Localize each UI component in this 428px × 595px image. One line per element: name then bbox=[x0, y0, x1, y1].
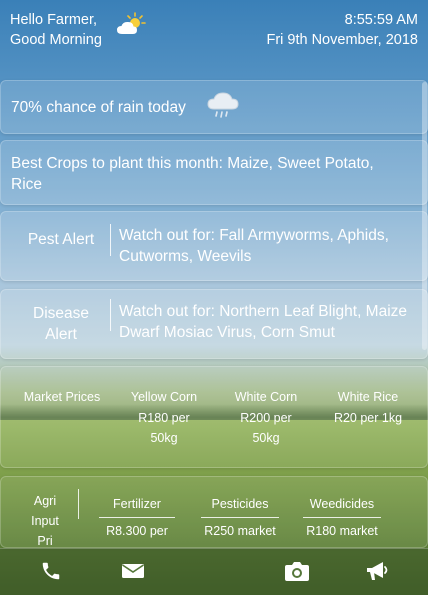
price-item-name: White Corn bbox=[234, 390, 298, 404]
price-item-value: R200 per bbox=[240, 410, 292, 425]
current-time: 8:55:59 AM bbox=[344, 12, 418, 28]
agri-item-value: R180 market bbox=[306, 524, 378, 538]
disease-alert-text: Watch out for: Northern Leaf Blight, Mai… bbox=[119, 303, 408, 341]
market-prices-label: Market Prices bbox=[23, 390, 101, 404]
pest-alert-label: Pest Alert bbox=[27, 231, 95, 248]
agri-input-label-line-2: Input bbox=[31, 514, 59, 528]
price-yellow-corn: Yellow Corn R180 per 50kg bbox=[119, 387, 209, 449]
disease-alert-label-line-2: Alert bbox=[45, 326, 77, 343]
best-crops-text: Best Crops to plant this month: Maize, S… bbox=[11, 155, 374, 193]
greeting: Hello Farmer, Good Morning bbox=[10, 10, 102, 50]
best-crops-card[interactable]: Best Crops to plant this month: Maize, S… bbox=[0, 140, 428, 205]
agri-item-value: R8.300 per bbox=[106, 524, 168, 538]
agri-item-name: Fertilizer bbox=[99, 497, 175, 518]
disease-alert-label-line-1: Disease bbox=[33, 305, 89, 322]
agri-fertilizer: Fertilizer R8.300 per bbox=[99, 497, 175, 538]
rain-forecast-text: 70% chance of rain today bbox=[11, 99, 186, 116]
agri-item-name: Pesticides bbox=[201, 497, 279, 518]
agri-input-label-line-1: Agri bbox=[33, 494, 57, 508]
agri-input-label-line-3: Pri bbox=[37, 534, 53, 548]
agri-item-value: R250 market bbox=[204, 524, 276, 538]
greeting-line-1: Hello Farmer, bbox=[10, 12, 98, 28]
camera-button[interactable] bbox=[284, 560, 310, 582]
pest-alert-card[interactable]: Pest Alert Watch out for: Fall Armyworms… bbox=[0, 211, 428, 281]
pest-alert-text: Watch out for: Fall Armyworms, Aphids, C… bbox=[119, 227, 389, 265]
clock: 8:55:59 AM Fri 9th November, 2018 bbox=[266, 10, 418, 50]
price-item-value: 50kg bbox=[252, 431, 280, 445]
rain-cloud-icon bbox=[207, 92, 239, 118]
agri-input-label: Agri Input Pri bbox=[23, 491, 67, 548]
disease-alert-card[interactable]: Disease Alert Watch out for: Northern Le… bbox=[0, 289, 428, 359]
camera-icon bbox=[285, 562, 309, 581]
megaphone-icon bbox=[367, 562, 388, 580]
header: Hello Farmer, Good Morning 8:55:59 AM Fr… bbox=[0, 0, 428, 68]
partly-sunny-icon bbox=[117, 12, 146, 34]
price-item-value: R180 per bbox=[138, 410, 190, 425]
mail-icon bbox=[122, 564, 144, 578]
disease-alert-label: Disease Alert bbox=[11, 303, 111, 345]
scrollbar[interactable] bbox=[422, 82, 427, 350]
phone-icon bbox=[42, 562, 60, 580]
greeting-line-2: Good Morning bbox=[10, 32, 102, 48]
price-item-name: White Rice bbox=[337, 390, 399, 404]
agri-pesticides: Pesticides R250 market bbox=[201, 497, 279, 538]
disease-alert-divider bbox=[110, 299, 111, 331]
agri-weedicides: Weedicides R180 market bbox=[303, 497, 381, 538]
price-item-value: 50kg bbox=[150, 431, 178, 445]
market-prices-card[interactable]: Market Prices Yellow Corn R180 per 50kg … bbox=[0, 366, 428, 468]
agri-input-prices-card[interactable]: Agri Input Pri Fertilizer R8.300 per Pes… bbox=[0, 476, 428, 548]
price-white-rice: White Rice R20 per 1kg bbox=[323, 387, 413, 428]
phone-button[interactable] bbox=[38, 560, 64, 582]
price-item-value: R20 per 1kg bbox=[333, 410, 403, 425]
announcements-button[interactable] bbox=[364, 560, 390, 582]
agri-input-divider bbox=[78, 489, 79, 519]
mail-button[interactable] bbox=[120, 560, 146, 582]
current-date: Fri 9th November, 2018 bbox=[266, 32, 418, 48]
agri-item-name: Weedicides bbox=[303, 497, 381, 518]
pest-alert-divider bbox=[110, 224, 111, 256]
price-white-corn: White Corn R200 per 50kg bbox=[221, 387, 311, 449]
price-item-name: Yellow Corn bbox=[130, 390, 198, 404]
